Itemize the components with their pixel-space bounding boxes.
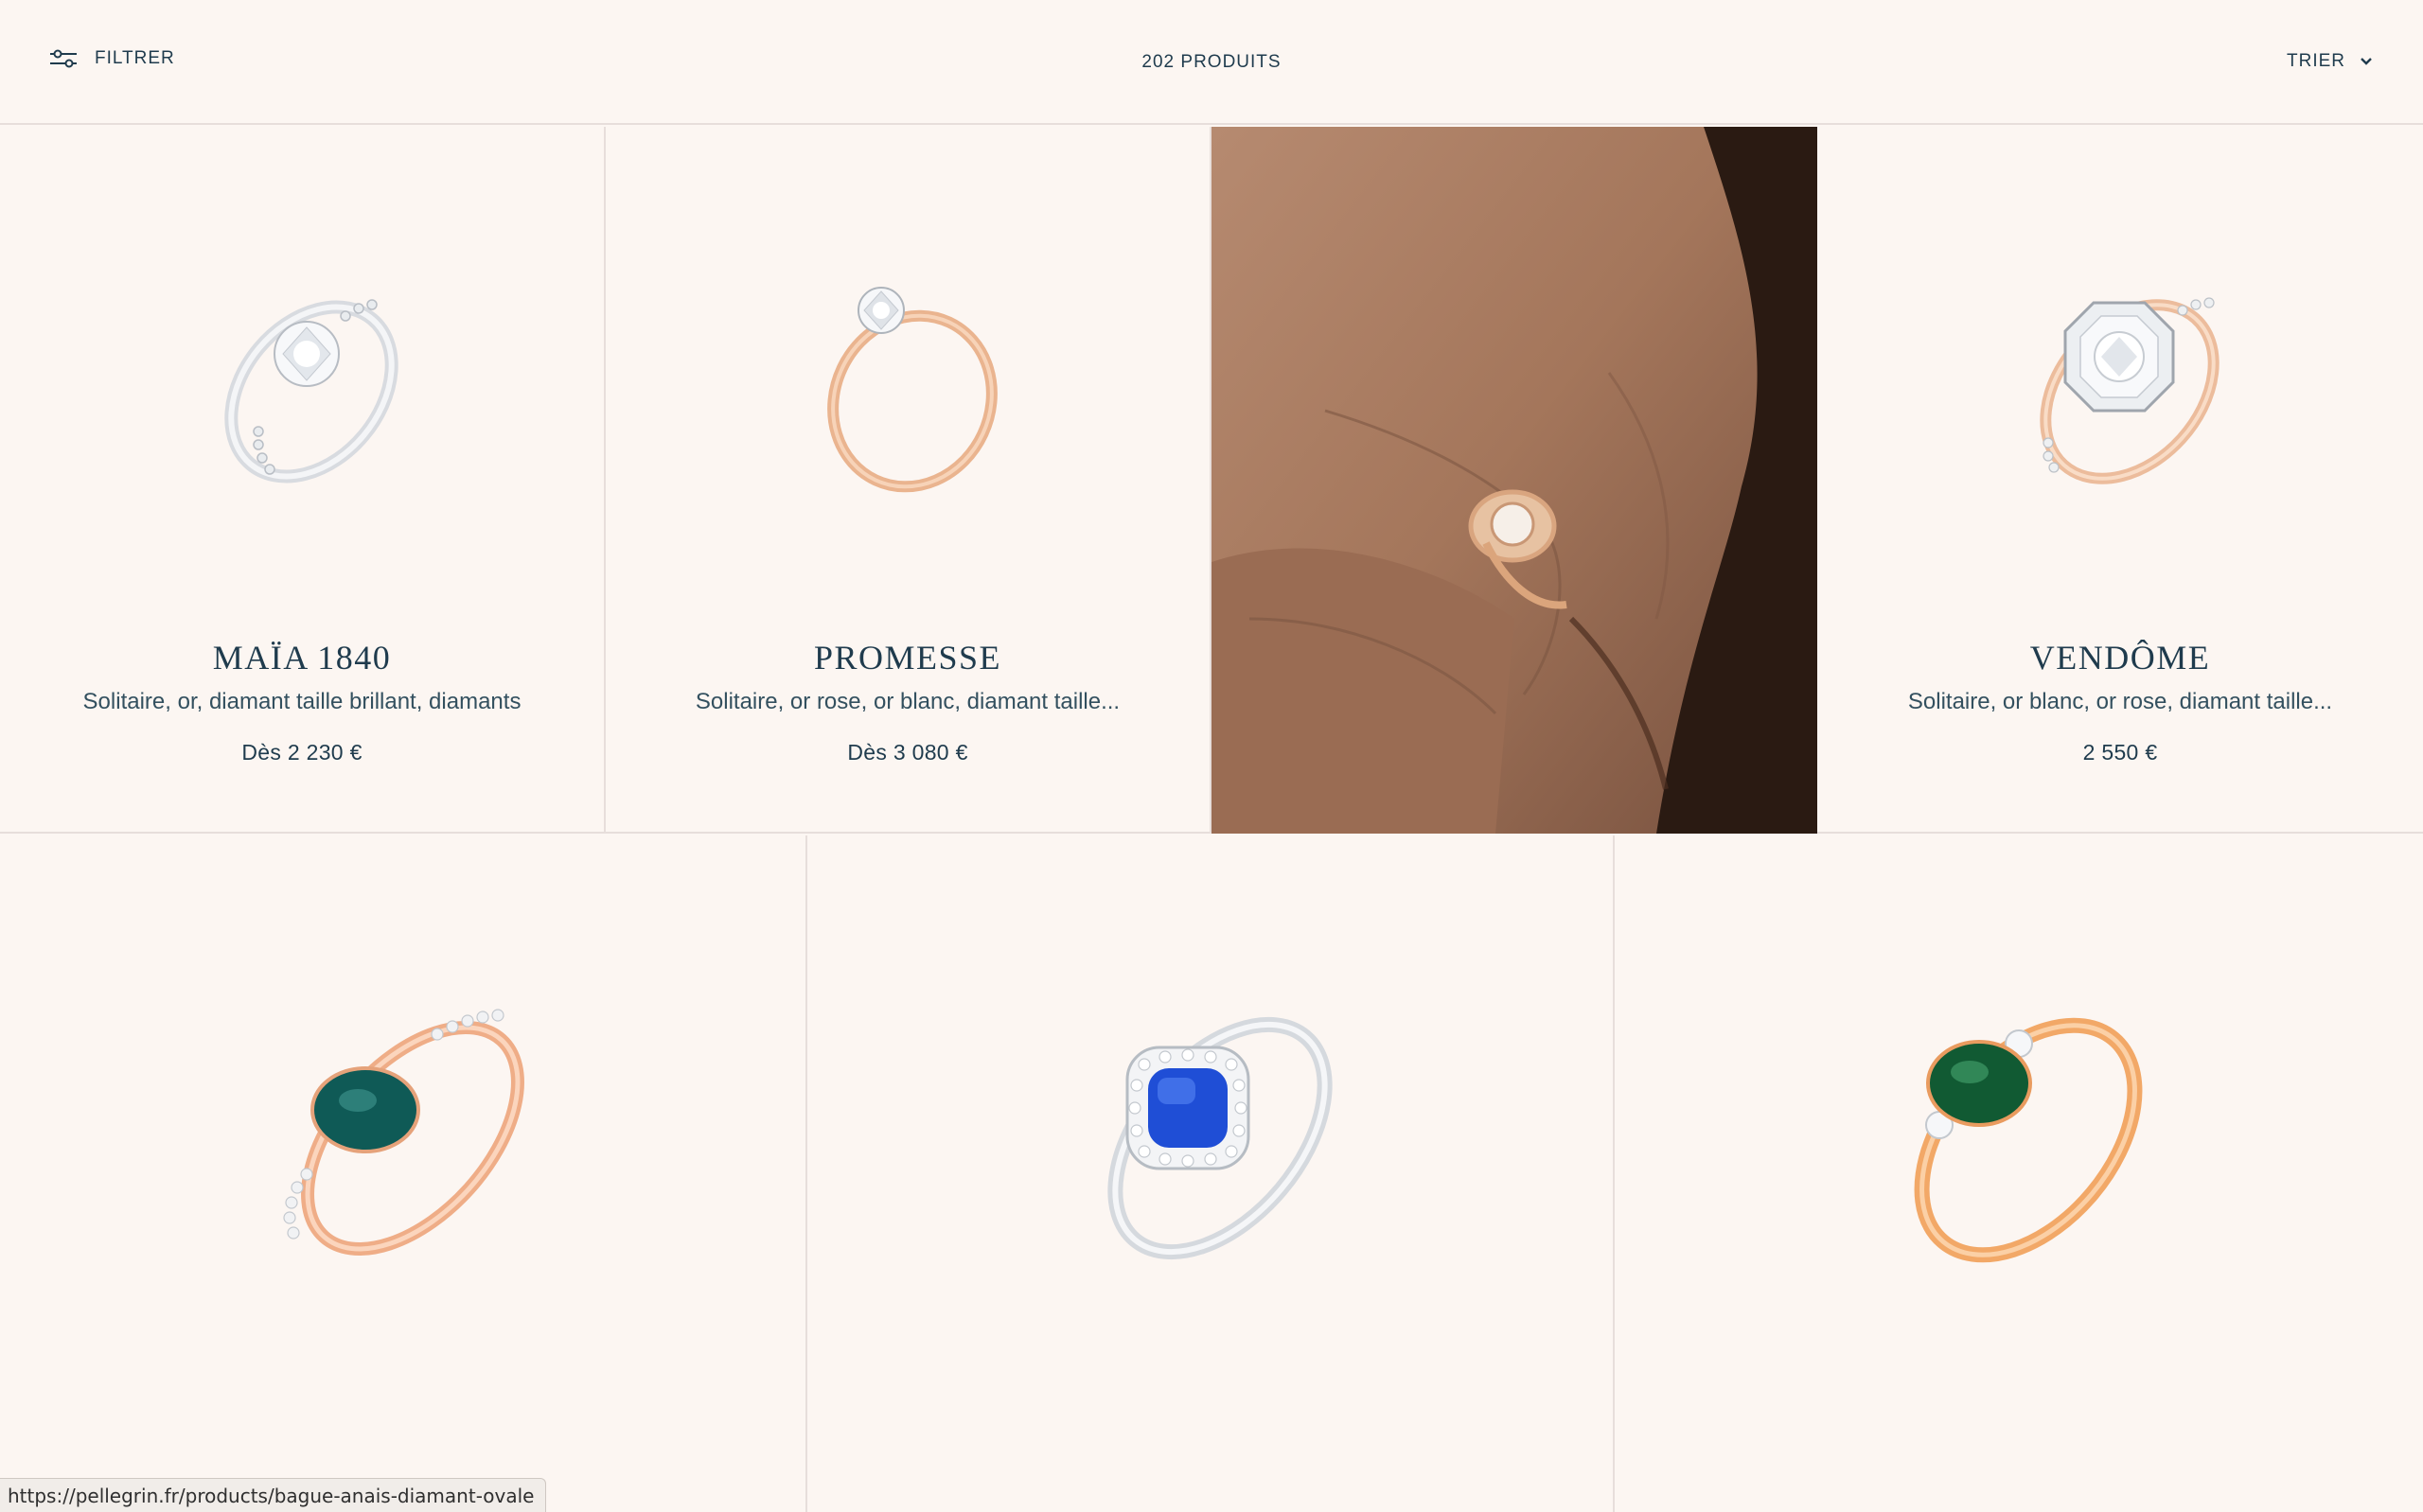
green-sapphire-trilogy-ring-image xyxy=(1914,1017,2143,1263)
product-name[interactable]: VENDÔME xyxy=(1817,638,2423,677)
product-grid-row-1: MAÏA 1840 Solitaire, or, diamant taille … xyxy=(0,127,2423,834)
product-name[interactable]: MAÏA 1840 xyxy=(0,638,604,677)
product-card-blue-sapphire[interactable] xyxy=(807,835,1615,1512)
chevron-down-icon xyxy=(2361,58,2372,65)
product-image[interactable] xyxy=(0,127,604,619)
sort-label: TRIER xyxy=(2287,51,2345,71)
product-card-green-emerald[interactable] xyxy=(1615,835,2423,1512)
product-image[interactable] xyxy=(1615,958,2423,1299)
blue-sapphire-halo-ring-image xyxy=(1106,1016,1333,1260)
teal-sapphire-ring-image xyxy=(282,1009,524,1257)
product-price: 2 550 € xyxy=(2082,740,2158,765)
product-price: Dès 2 230 € xyxy=(241,740,363,765)
collection-toolbar: FILTRER 202 PRODUITS TRIER xyxy=(0,0,2423,125)
product-image[interactable] xyxy=(807,958,1613,1299)
product-card-vendome[interactable]: VENDÔME Solitaire, or blanc, or rose, di… xyxy=(1817,127,2423,834)
white-gold-solitaire-ring-image xyxy=(224,299,398,483)
hand-photo xyxy=(1212,127,1817,834)
product-price: Dès 3 080 € xyxy=(847,740,968,765)
product-image[interactable] xyxy=(606,127,1210,619)
rose-gold-solitaire-ring-image xyxy=(827,287,998,493)
product-description: Solitaire, or rose, or blanc, diamant ta… xyxy=(695,689,1121,714)
product-image[interactable] xyxy=(0,958,805,1299)
octagon-halo-ring-image xyxy=(2040,297,2220,484)
status-bar-url: https://pellegrin.fr/products/bague-anai… xyxy=(0,1478,547,1512)
product-card-teal-sapphire[interactable] xyxy=(0,835,807,1512)
product-card-maia-1840[interactable]: MAÏA 1840 Solitaire, or, diamant taille … xyxy=(0,127,606,834)
product-grid-row-2 xyxy=(0,835,2423,1512)
lifestyle-hand-ring-image[interactable] xyxy=(1212,127,1817,834)
product-count: 202 PRODUITS xyxy=(1141,52,1282,72)
product-description: Solitaire, or, diamant taille brillant, … xyxy=(82,689,522,714)
sort-button[interactable]: TRIER xyxy=(2287,51,2374,72)
product-name[interactable]: PROMESSE xyxy=(606,638,1210,677)
product-card-promesse[interactable]: PROMESSE Solitaire, or rose, or blanc, d… xyxy=(606,127,1212,834)
product-description: Solitaire, or blanc, or rose, diamant ta… xyxy=(1907,689,2333,714)
product-image[interactable] xyxy=(1817,127,2423,619)
